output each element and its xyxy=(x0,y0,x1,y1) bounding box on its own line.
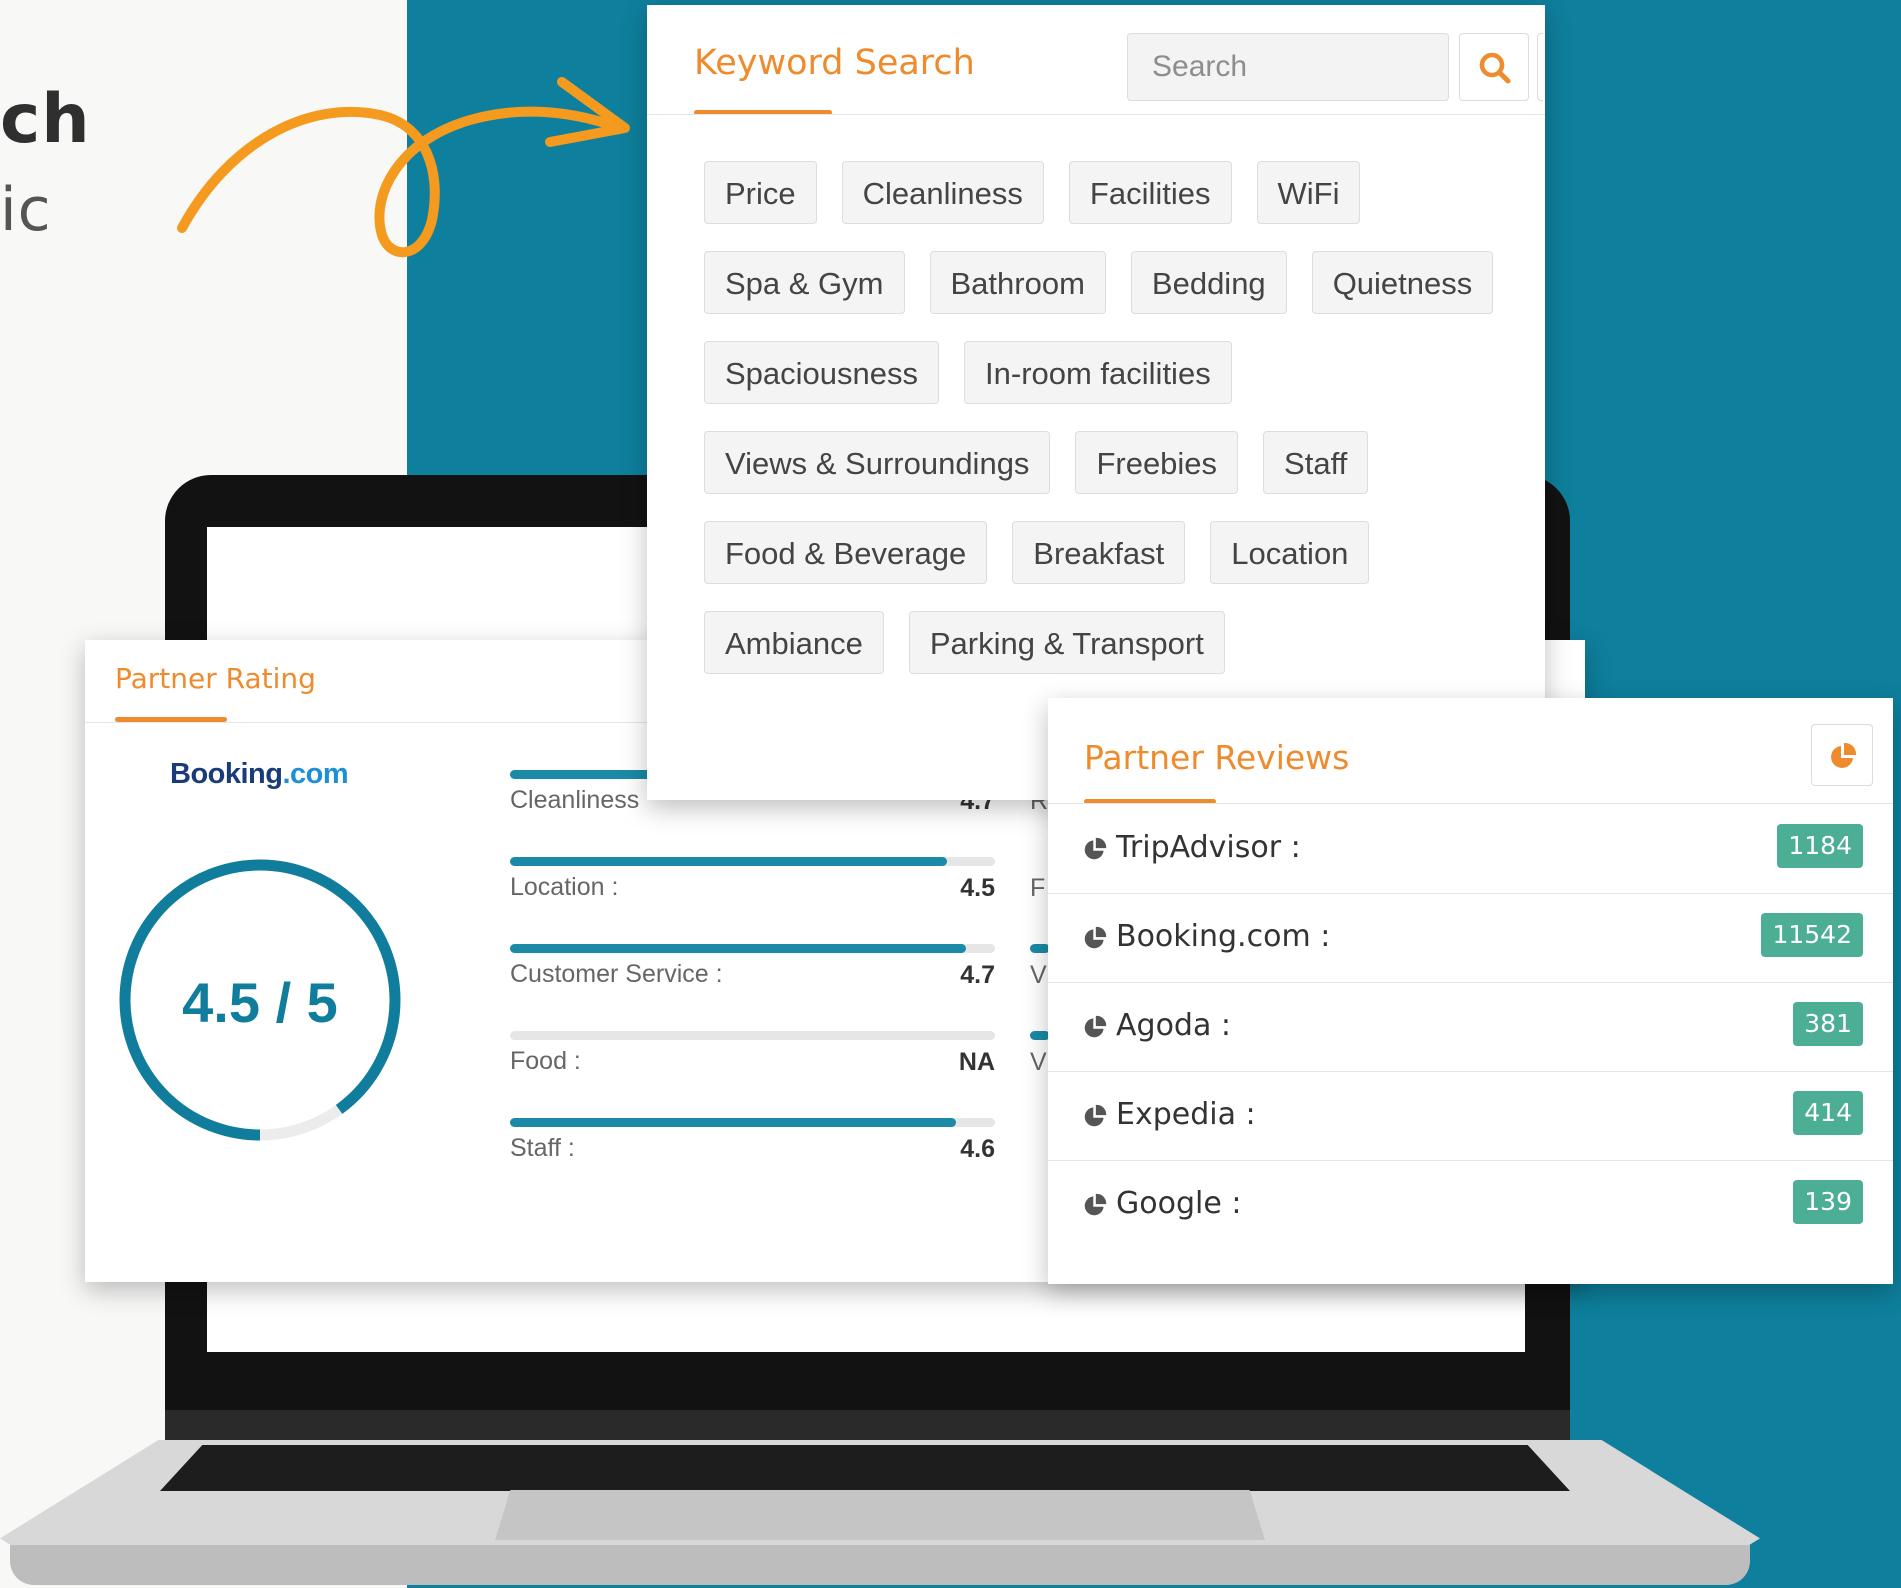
metric-label: Location : xyxy=(510,873,619,901)
hero-heading-fragment: ch xyxy=(0,80,91,159)
booking-logo-part2: .com xyxy=(282,758,349,790)
keyword-chip-freebies[interactable]: Freebies xyxy=(1075,431,1239,494)
review-row-booking: Booking.com : 11542 xyxy=(1048,893,1893,983)
metric-bar-fill xyxy=(510,944,966,953)
review-row-expedia: Expedia : 414 xyxy=(1048,1071,1893,1161)
keyword-chip-bathroom[interactable]: Bathroom xyxy=(929,251,1106,314)
keyword-chip-breakfast[interactable]: Breakfast xyxy=(1012,521,1186,584)
laptop-trackpad xyxy=(495,1490,1265,1540)
keyword-search-card: Keyword Search Price Cleanliness Facilit… xyxy=(647,5,1545,800)
keyword-chip-staff[interactable]: Staff xyxy=(1263,431,1369,494)
search-addon-edge xyxy=(1537,33,1543,101)
metric-bar-track xyxy=(510,1031,995,1040)
keyword-chip-bedding[interactable]: Bedding xyxy=(1130,251,1287,314)
keyword-chip-row: Spa & Gym Bathroom Bedding Quietness xyxy=(704,251,1504,314)
booking-logo-part1: Booking xyxy=(170,758,283,790)
pie-chart-icon xyxy=(1084,837,1107,860)
review-count-badge: 381 xyxy=(1793,1002,1863,1046)
metric-bar-fragment xyxy=(1030,1031,1050,1040)
laptop-base xyxy=(10,1545,1750,1585)
keyword-chip-row: Food & Beverage Breakfast Location xyxy=(704,521,1504,584)
keyword-chip-cleanliness[interactable]: Cleanliness xyxy=(841,161,1044,224)
review-source-name: Agoda : xyxy=(1116,1008,1231,1043)
keyword-chip-row: Ambiance Parking & Transport xyxy=(704,611,1504,674)
pie-chart-icon xyxy=(1084,1015,1107,1038)
keyword-chip-spa-gym[interactable]: Spa & Gym xyxy=(704,251,905,314)
metric-bar-fill xyxy=(510,1118,957,1127)
search-input[interactable] xyxy=(1127,33,1449,101)
keyword-chip-quietness[interactable]: Quietness xyxy=(1311,251,1494,314)
metric-label-fragment: V xyxy=(1030,1048,1047,1076)
hero-subheading-fragment: ic xyxy=(0,175,52,245)
pie-chart-icon xyxy=(1084,1193,1107,1216)
partner-reviews-title: Partner Reviews xyxy=(1084,738,1350,777)
review-row-tripadvisor: TripAdvisor : 1184 xyxy=(1048,804,1893,894)
metric-label: Staff : xyxy=(510,1134,575,1162)
review-row-google: Google : 139 xyxy=(1048,1160,1893,1249)
divider xyxy=(647,114,1545,115)
partner-reviews-card: Partner Reviews TripAdvisor : 1184 Booki… xyxy=(1048,698,1893,1284)
metric-bar-fragment xyxy=(1030,944,1050,953)
metric-label: Food : xyxy=(510,1047,581,1075)
keyword-chip-price[interactable]: Price xyxy=(704,161,817,224)
metric-label: Customer Service : xyxy=(510,960,723,988)
metric-food: Food : NA xyxy=(510,1031,995,1111)
review-count-badge: 414 xyxy=(1793,1091,1863,1135)
metric-location: Location : 4.5 xyxy=(510,857,995,937)
review-count-badge: 139 xyxy=(1793,1180,1863,1224)
laptop-hinge xyxy=(165,1410,1570,1442)
curved-arrow-icon xyxy=(177,77,630,258)
metric-value: 4.5 xyxy=(960,874,995,902)
keyword-chip-wifi[interactable]: WiFi xyxy=(1256,161,1361,224)
review-row-agoda: Agoda : 381 xyxy=(1048,982,1893,1072)
rating-score: 4.5 / 5 xyxy=(182,971,338,1034)
review-source-name: Expedia : xyxy=(1116,1097,1256,1132)
keyword-chip-location[interactable]: Location xyxy=(1210,521,1370,584)
keyword-search-title: Keyword Search xyxy=(694,43,975,83)
metric-bar-fill xyxy=(510,857,947,866)
metric-label: Cleanliness xyxy=(510,786,640,814)
pie-chart-icon xyxy=(1831,742,1857,768)
metric-staff: Staff : 4.6 xyxy=(510,1118,995,1198)
keyword-chip-ambiance[interactable]: Ambiance xyxy=(704,611,884,674)
keyword-chip-views-surroundings[interactable]: Views & Surroundings xyxy=(704,431,1051,494)
pie-chart-icon xyxy=(1084,1104,1107,1127)
booking-logo: Booking.com xyxy=(170,758,349,791)
search-icon xyxy=(1479,52,1511,84)
metric-label-fragment: V xyxy=(1030,961,1047,989)
keyword-chip-list: Price Cleanliness Facilities WiFi Spa & … xyxy=(704,161,1504,701)
chart-toggle-button[interactable] xyxy=(1811,724,1873,786)
metric-value: NA xyxy=(958,1048,995,1076)
review-source-name: Booking.com : xyxy=(1116,919,1331,954)
keyword-chip-spaciousness[interactable]: Spaciousness xyxy=(704,341,940,404)
metric-value: 4.6 xyxy=(960,1135,995,1163)
partner-rating-title: Partner Rating xyxy=(115,662,316,695)
keyword-chip-in-room-facilities[interactable]: In-room facilities xyxy=(964,341,1232,404)
metric-label-fragment: F xyxy=(1030,874,1046,902)
review-source-name: Google : xyxy=(1116,1186,1242,1221)
keyword-chip-row: Spaciousness In-room facilities xyxy=(704,341,1504,404)
keyword-chip-parking-transport[interactable]: Parking & Transport xyxy=(908,611,1225,674)
keyword-chip-row: Views & Surroundings Freebies Staff xyxy=(704,431,1504,494)
keyword-chip-row: Price Cleanliness Facilities WiFi xyxy=(704,161,1504,224)
search-button[interactable] xyxy=(1459,33,1529,101)
keyword-chip-food-beverage[interactable]: Food & Beverage xyxy=(704,521,988,584)
pie-chart-icon xyxy=(1084,926,1107,949)
laptop-keyboard xyxy=(160,1445,1570,1491)
metric-customer-service: Customer Service : 4.7 xyxy=(510,944,995,1024)
review-count-badge: 11542 xyxy=(1761,913,1863,957)
metric-value: 4.7 xyxy=(960,961,995,989)
review-source-name: TripAdvisor : xyxy=(1116,830,1301,865)
review-count-badge: 1184 xyxy=(1777,824,1863,868)
keyword-chip-facilities[interactable]: Facilities xyxy=(1068,161,1232,224)
